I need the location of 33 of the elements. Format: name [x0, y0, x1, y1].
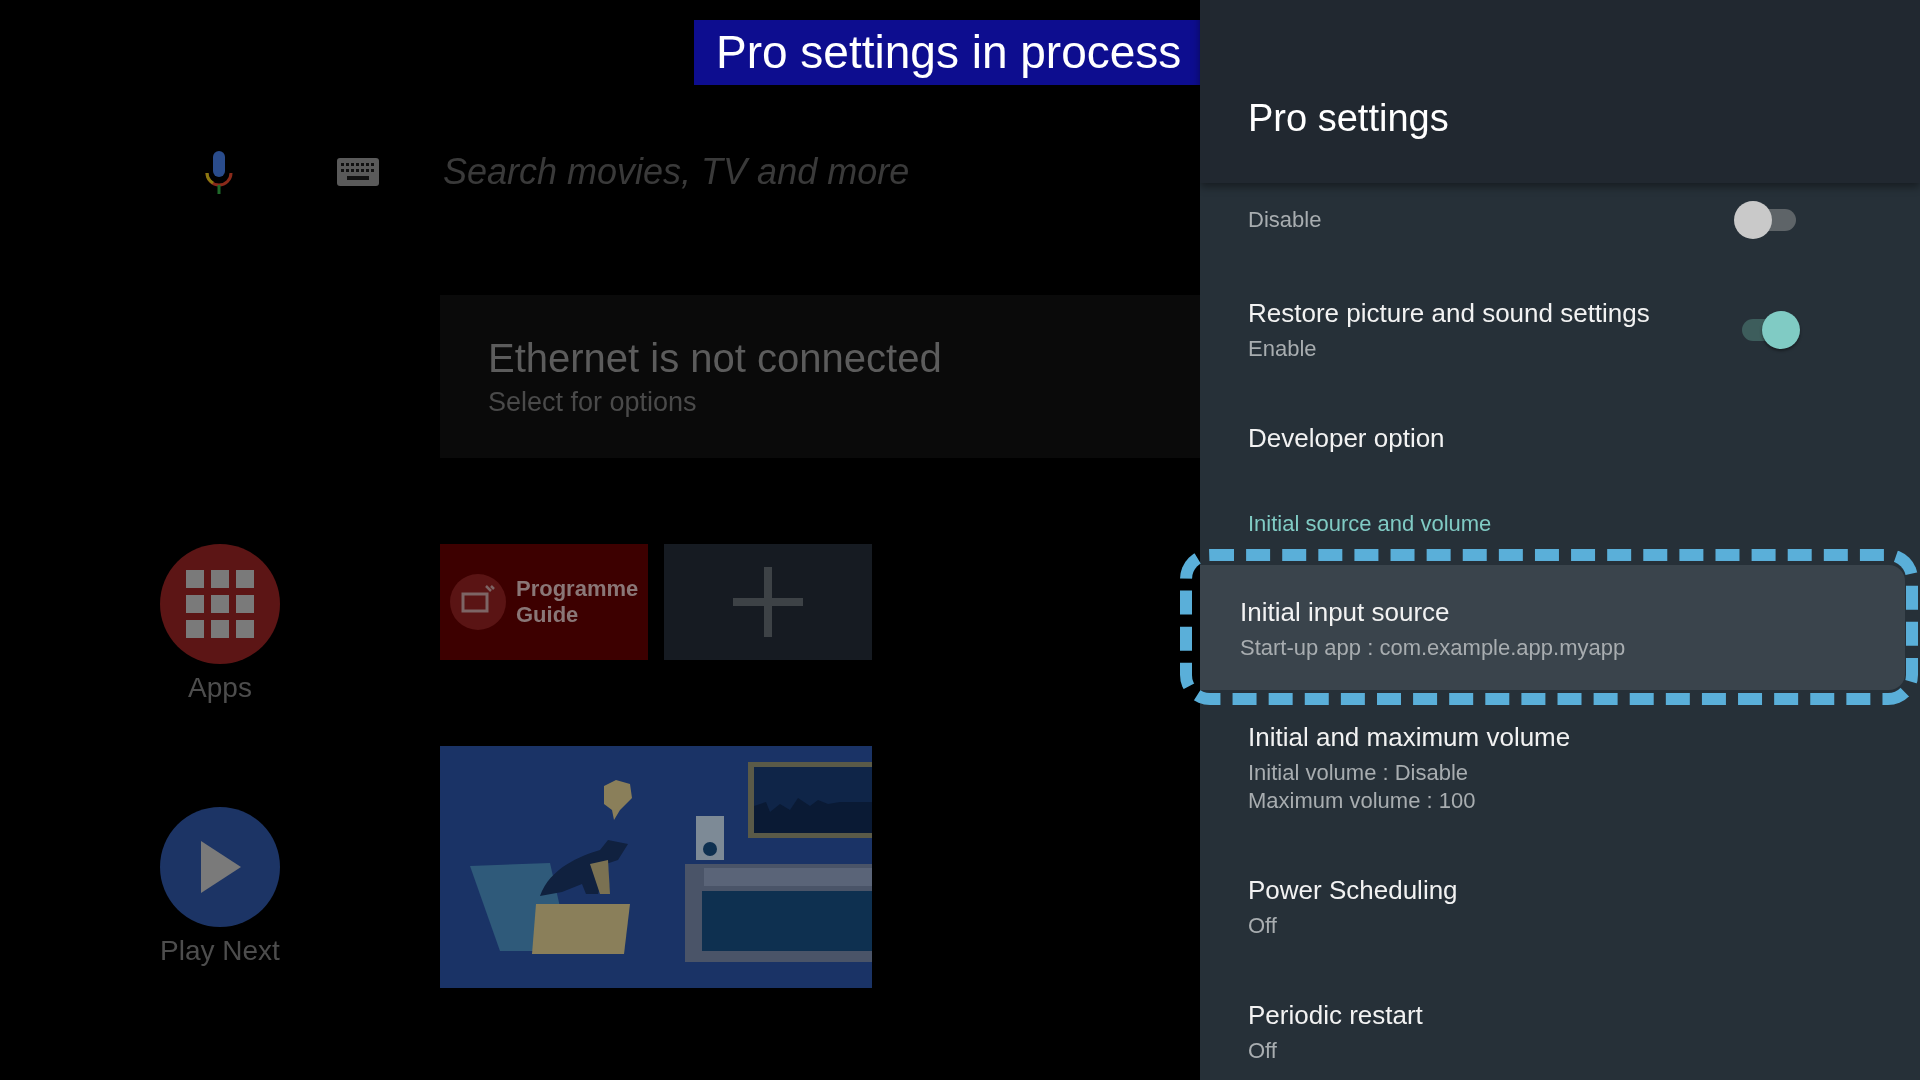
- item-title: Initial and maximum volume: [1248, 721, 1571, 753]
- grid-icon: [186, 570, 254, 638]
- item-title: Power Scheduling: [1248, 874, 1458, 906]
- settings-item[interactable]: Developer option: [1200, 393, 1920, 484]
- add-tile[interactable]: [664, 544, 872, 660]
- item-summary: Enable: [1248, 335, 1318, 363]
- settings-item[interactable]: Restore picture and sound settings Enable: [1200, 270, 1920, 393]
- item-title: Developer option: [1248, 422, 1445, 454]
- keyboard-icon[interactable]: [337, 158, 379, 186]
- settings-item[interactable]: Power Scheduling Off: [1200, 845, 1920, 970]
- item-title: Restore picture and sound settings: [1248, 297, 1650, 329]
- item-summary: Disable: [1248, 206, 1322, 234]
- item-summary: Off: [1248, 912, 1278, 940]
- item-summary: Start-up app : com.example.app.myapp: [1240, 634, 1626, 662]
- item-summary: Maximum volume : 100: [1248, 787, 1477, 815]
- panel-title: Pro settings: [1248, 97, 1449, 139]
- settings-item[interactable]: Disable: [1200, 183, 1920, 270]
- settings-item[interactable]: Initial and maximum volume Initial volume : Disable Maximum volume : 100: [1200, 705, 1920, 845]
- plus-icon: [733, 567, 803, 637]
- settings-item[interactable]: Periodic restart Off: [1200, 970, 1920, 1080]
- launcher-label: Apps: [188, 672, 252, 704]
- tv-guide-icon: [450, 574, 506, 630]
- item-summary: Initial volume : Disable: [1248, 759, 1470, 787]
- item-title: Initial input source: [1240, 596, 1451, 628]
- notification-title: Ethernet is not connected: [488, 335, 942, 381]
- item-summary: Off: [1248, 1037, 1278, 1065]
- launcher-label: Play Next: [160, 935, 280, 967]
- section-header: Initial source and volume: [1247, 510, 1493, 538]
- notification-subtitle: Select for options: [488, 386, 697, 418]
- item-title: Periodic restart: [1248, 999, 1423, 1031]
- settings-item[interactable]: Initial input source Start-up app : com.example.app.myapp: [1200, 565, 1905, 690]
- app-tile[interactable]: Programme Guide: [440, 544, 648, 660]
- microphone-icon[interactable]: [203, 149, 235, 195]
